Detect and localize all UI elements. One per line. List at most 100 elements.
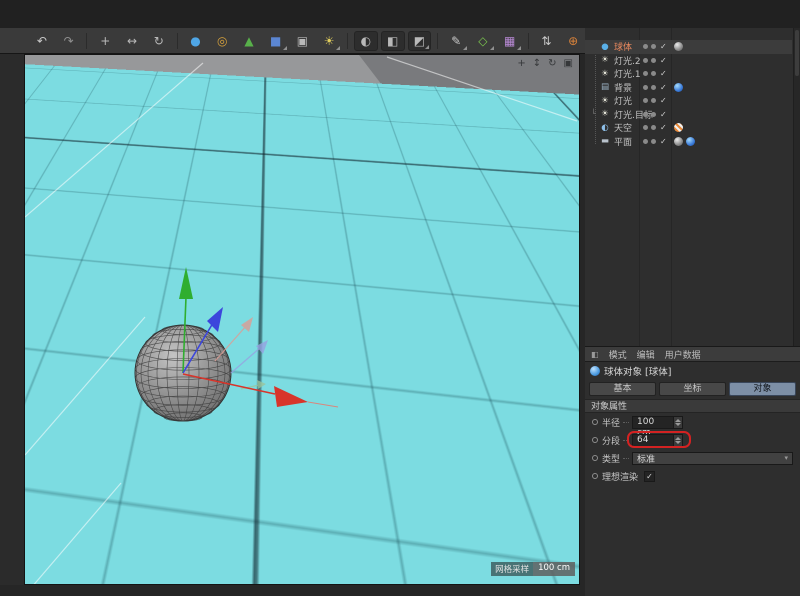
dolly-view-icon[interactable]: ↕	[533, 58, 541, 70]
undo-icon[interactable]: ↶	[30, 31, 54, 51]
main-toolbar: ↶ ↷ + ↔ ↻ ● ◎ ▲ ■ ▣ ☀ ◐ ◧ ◩ ✎ ◇ ▦ ⇅ ⊕	[0, 28, 585, 54]
perspective-viewport[interactable]: + ↕ ↻ ▣ 网格采样 100 cm	[24, 54, 580, 585]
sphere-object-icon	[590, 366, 600, 376]
editor-visibility-dot[interactable]	[643, 71, 648, 76]
enable-check-icon[interactable]: ✓	[660, 69, 667, 78]
object-row-sphere[interactable]: ● 球体 ✓	[585, 40, 792, 54]
editor-visibility-dot[interactable]	[643, 125, 648, 130]
cube-primitive-icon[interactable]: ■	[264, 31, 288, 51]
render-visibility-dot[interactable]	[651, 58, 656, 63]
object-row-light[interactable]: ☀ 灯光 ✓	[585, 94, 792, 108]
phong-tag-icon[interactable]	[674, 137, 683, 146]
ideal-render-checkbox[interactable]: ✓	[644, 471, 655, 482]
editor-visibility-dot[interactable]	[643, 139, 648, 144]
editor-visibility-dot[interactable]	[643, 58, 648, 63]
object-row-light1[interactable]: ☀ 灯光.1 ✓	[585, 67, 792, 81]
render-settings-icon[interactable]: ◩	[408, 31, 432, 51]
landscape-object-icon[interactable]: ▲	[237, 31, 261, 51]
segments-label: 分段	[602, 434, 620, 447]
scale-tool-icon[interactable]: ↔	[120, 31, 144, 51]
type-label: 类型	[602, 452, 620, 465]
enable-check-icon[interactable]: ✓	[660, 110, 667, 119]
coordinate-system-icon[interactable]: ⊕	[561, 31, 585, 51]
segments-input[interactable]: 64	[632, 434, 683, 447]
keyframe-circle-icon[interactable]	[592, 455, 598, 461]
keyframe-circle-icon[interactable]	[592, 419, 598, 425]
render-visibility-dot[interactable]	[651, 98, 656, 103]
redo-icon[interactable]: ↷	[57, 31, 81, 51]
light-guide-lines	[25, 57, 577, 585]
ideal-render-label: 理想渲染	[602, 470, 638, 483]
instance-object-icon[interactable]: ▦	[498, 31, 522, 51]
object-row-light-target[interactable]: └ ☀ 灯光.目标 ✓	[585, 108, 792, 122]
editor-visibility-dot[interactable]	[643, 112, 648, 117]
orbit-view-icon[interactable]: ↻	[548, 58, 556, 70]
render-visibility-dot[interactable]	[651, 125, 656, 130]
enable-check-icon[interactable]: ✓	[660, 96, 667, 105]
object-row-sky[interactable]: ◐ 天空 ✓	[585, 121, 792, 135]
ideal-render-property-row: 理想渲染 ✓	[585, 467, 800, 485]
enable-check-icon[interactable]: ✓	[660, 83, 667, 92]
light-object-icon[interactable]: ☀	[317, 31, 341, 51]
render-region-icon[interactable]: ◧	[381, 31, 405, 51]
render-view-icon[interactable]: ◐	[354, 31, 378, 51]
editor-visibility-dot[interactable]	[643, 98, 648, 103]
sphere-object[interactable]	[135, 325, 231, 421]
menu-edit[interactable]: 编辑	[637, 348, 655, 361]
camera-object-icon[interactable]: ▣	[291, 31, 315, 51]
rotate-tool-icon[interactable]: ↻	[147, 31, 171, 51]
enable-check-icon[interactable]: ✓	[660, 42, 667, 51]
object-properties-header: 对象属性	[585, 399, 800, 413]
editor-visibility-dot[interactable]	[643, 85, 648, 90]
move-tool-icon[interactable]: +	[93, 31, 117, 51]
object-row-background[interactable]: ▤ 背景 ✓	[585, 81, 792, 95]
attribute-menu-bar: ◧ 模式 编辑 用户数据	[585, 347, 800, 362]
enable-check-icon[interactable]: ✓	[660, 137, 667, 146]
spline-pen-icon[interactable]: ✎	[444, 31, 468, 51]
enable-check-icon[interactable]: ✓	[660, 56, 667, 65]
render-visibility-dot[interactable]	[651, 85, 656, 90]
scrollbar-thumb[interactable]	[795, 30, 799, 76]
editor-visibility-dot[interactable]	[643, 44, 648, 49]
toolbar-separator	[437, 33, 438, 49]
radius-stepper[interactable]	[673, 417, 682, 428]
menu-mode[interactable]: 模式	[609, 348, 627, 361]
radius-input[interactable]: 100 cm	[632, 416, 683, 429]
axis-toggle-icon[interactable]: ⇅	[535, 31, 559, 51]
toggle-view-icon[interactable]: ▣	[564, 58, 573, 70]
render-visibility-dot[interactable]	[651, 71, 656, 76]
chevron-down-icon: ▾	[784, 454, 788, 462]
keyframe-circle-icon[interactable]	[592, 437, 598, 443]
render-visibility-dot[interactable]	[651, 44, 656, 49]
pan-view-icon[interactable]: +	[517, 58, 525, 70]
render-visibility-dot[interactable]	[651, 139, 656, 144]
phong-tag-icon[interactable]	[674, 42, 683, 51]
object-row-light2[interactable]: ☀ 灯光.2 ✓	[585, 54, 792, 68]
sphere-primitive-icon[interactable]: ●	[184, 31, 208, 51]
texture-tag-icon[interactable]	[674, 123, 683, 132]
type-dropdown[interactable]: 标准 ▾	[632, 452, 793, 465]
torus-primitive-icon[interactable]: ◎	[210, 31, 234, 51]
sky-object-icon: ◐	[599, 124, 611, 133]
tab-basic[interactable]: 基本	[589, 382, 656, 396]
window-top-strip	[0, 0, 800, 28]
plane-object-icon: ▬	[599, 137, 611, 146]
tab-object[interactable]: 对象	[729, 382, 796, 396]
object-manager: ● 球体 ✓ ☀ 灯光.2 ✓ ☀ 灯光.1 ✓	[585, 28, 800, 347]
segments-stepper[interactable]	[673, 435, 682, 446]
object-title-text: 球体对象 [球体]	[604, 364, 671, 378]
tab-coordinates[interactable]: 坐标	[659, 382, 726, 396]
texture-tag-icon[interactable]	[674, 83, 683, 92]
keyframe-circle-icon[interactable]	[592, 473, 598, 479]
enable-check-icon[interactable]: ✓	[660, 123, 667, 132]
texture-tag-icon[interactable]	[686, 137, 695, 146]
attribute-object-title: 球体对象 [球体]	[585, 362, 800, 380]
grid-scale-value: 100 cm	[533, 562, 575, 576]
menu-user-data[interactable]: 用户数据	[665, 348, 701, 361]
object-row-plane[interactable]: ▬ 平面 ✓	[585, 135, 792, 149]
grid-scale-label: 网格采样	[491, 562, 533, 576]
subdivision-surface-icon[interactable]: ◇	[471, 31, 495, 51]
render-visibility-dot[interactable]	[651, 112, 656, 117]
target-light-object-icon: ☀	[599, 110, 611, 119]
object-manager-scrollbar[interactable]	[793, 28, 800, 346]
